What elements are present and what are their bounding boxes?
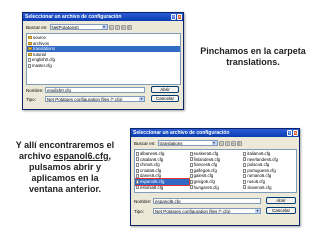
callout-bottom-line1: Y allí encontraremos el — [15, 140, 115, 150]
new-folder-icon[interactable]: + — [230, 140, 236, 146]
close-button[interactable]: × — [293, 130, 298, 136]
callout-bottom-line2: archivo espanol6.cfg, — [2, 151, 128, 162]
chevron-down-icon: ▾ — [211, 140, 217, 145]
file-icon — [136, 174, 139, 179]
list-item-label: estonia6.cfg — [140, 184, 164, 190]
help-button[interactable]: ? — [171, 14, 176, 20]
filetype-label: Tipo: — [134, 209, 144, 214]
list-item[interactable]: hungaro6.cfg — [189, 185, 243, 191]
callout-bottom-line4: aplicamos en la — [31, 173, 99, 183]
file-icon — [243, 174, 247, 179]
filetype-dropdown[interactable]: Net Potatoes configuration files (*.cfg)… — [153, 208, 261, 214]
list-item[interactable]: master.cfg — [27, 63, 180, 69]
folder-icon — [28, 53, 32, 57]
cancel-button[interactable]: Cancelar — [266, 207, 296, 214]
open-file-dialog-2: Seleccionar un archivo de configuración … — [130, 128, 300, 226]
callout-top: Pinchamos en la carpeta translations. — [190, 46, 316, 68]
filetype-dropdown[interactable]: Net Potatoes configuration files (*.cfg)… — [45, 96, 145, 102]
file-icon — [136, 168, 139, 173]
file-icon — [189, 185, 193, 190]
close-button[interactable]: × — [177, 14, 182, 20]
help-button[interactable]: ? — [287, 130, 292, 136]
dialog-1-titlebar[interactable]: Seleccionar un archivo de configuración … — [23, 13, 183, 21]
chevron-down-icon: ▾ — [255, 208, 260, 213]
file-list[interactable]: source archivos translations tutorial englis… — [26, 33, 181, 85]
dialog-2-title: Seleccionar un archivo de configuración — [133, 130, 230, 136]
file-icon — [136, 151, 139, 156]
folder-icon — [28, 47, 32, 51]
list-column: albanes6.cfg catalan6.cfg chino6.cfg croata… — [135, 151, 190, 191]
file-icon — [243, 179, 247, 184]
filetype-label: Tipo: — [26, 97, 36, 102]
folder-icon — [28, 36, 32, 40]
open-button[interactable]: Abrir — [266, 197, 296, 204]
lookin-dropdown[interactable]: NetPotatoes0 ▾ — [49, 24, 108, 30]
open-file-dialog-1: Seleccionar un archivo de configuración … — [22, 12, 184, 110]
file-icon — [243, 162, 247, 167]
lookin-value: translations — [159, 141, 183, 146]
lookin-label: Buscar en: — [134, 140, 156, 146]
filename-label: Nombre: — [26, 88, 44, 93]
file-icon — [136, 162, 139, 167]
folder-icon — [28, 41, 32, 45]
lookin-label: Buscar en: — [26, 24, 48, 30]
view-menu-icon[interactable]: ≡ — [126, 24, 132, 30]
filename-label: Nombre: — [134, 199, 152, 204]
list-column: euskera6.cfg finlandes6.cfg frances6.cfg ga… — [189, 151, 243, 190]
callout-bottom-line3: pulsamos abrir y — [28, 162, 102, 172]
dialog-1-title: Seleccionar un archivo de configuración — [25, 14, 122, 20]
back-icon[interactable]: ‹ — [108, 24, 114, 30]
file-icon — [189, 168, 193, 173]
list-item-label: master.cfg — [32, 62, 52, 68]
file-icon — [28, 63, 31, 68]
filetype-value: Net Potatoes configuration files (*.cfg) — [155, 209, 231, 214]
new-folder-icon[interactable]: + — [120, 24, 126, 30]
file-icon — [189, 179, 193, 184]
cancel-button[interactable]: Cancelar — [151, 95, 179, 102]
file-icon — [189, 162, 193, 167]
list-item-label: sloveno6.cfg — [247, 184, 272, 190]
file-icon — [136, 185, 139, 190]
file-icon — [243, 157, 247, 162]
callout-bottom-filename: espanol6.cfg — [53, 151, 109, 161]
list-item[interactable]: estonia6.cfg — [135, 185, 189, 191]
chevron-down-icon: ▾ — [139, 96, 144, 101]
file-icon — [28, 58, 31, 63]
file-icon — [189, 174, 193, 179]
filetype-value: Net Potatoes configuration files (*.cfg) — [47, 97, 123, 102]
lookin-dropdown[interactable]: translations ▾ — [157, 140, 218, 146]
file-list[interactable]: albanes6.cfg catalan6.cfg chino6.cfg croata… — [134, 149, 297, 193]
back-icon[interactable]: ‹ — [218, 140, 224, 146]
file-icon — [189, 151, 193, 156]
file-icon — [243, 151, 247, 156]
lookin-value: NetPotatoes0 — [51, 25, 79, 30]
list-item[interactable]: sloveno6.cfg — [242, 185, 296, 191]
file-icon — [243, 185, 247, 190]
list-column: italiano6.cfg neerlandes6.cfg polaco6.cfg p… — [242, 151, 296, 190]
callout-bottom-line2-pre: archivo — [18, 151, 54, 161]
view-menu-icon[interactable]: ≡ — [236, 140, 242, 146]
callout-top-line1: Pinchamos en la carpeta — [200, 46, 306, 56]
callout-bottom: Y allí encontraremos el archivo espanol6… — [2, 140, 128, 195]
callout-bottom-line5: ventana anterior. — [28, 184, 102, 194]
file-icon — [189, 157, 193, 162]
open-button[interactable]: Abrir — [151, 86, 179, 93]
filename-input[interactable]: espanol6.cfg — [153, 198, 261, 204]
up-folder-icon[interactable]: ↑ — [114, 24, 120, 30]
chevron-down-icon: ▾ — [101, 24, 107, 29]
callout-top-line2: translations. — [226, 57, 280, 67]
list-item-label: hungaro6.cfg — [193, 184, 219, 190]
dialog-2-titlebar[interactable]: Seleccionar un archivo de configuración … — [131, 129, 299, 137]
file-icon — [136, 179, 139, 184]
callout-bottom-line2-post: , — [108, 151, 112, 161]
file-icon — [136, 157, 139, 162]
filename-input[interactable]: english0.cfg — [45, 87, 145, 93]
up-folder-icon[interactable]: ↑ — [224, 140, 230, 146]
file-icon — [243, 168, 247, 173]
